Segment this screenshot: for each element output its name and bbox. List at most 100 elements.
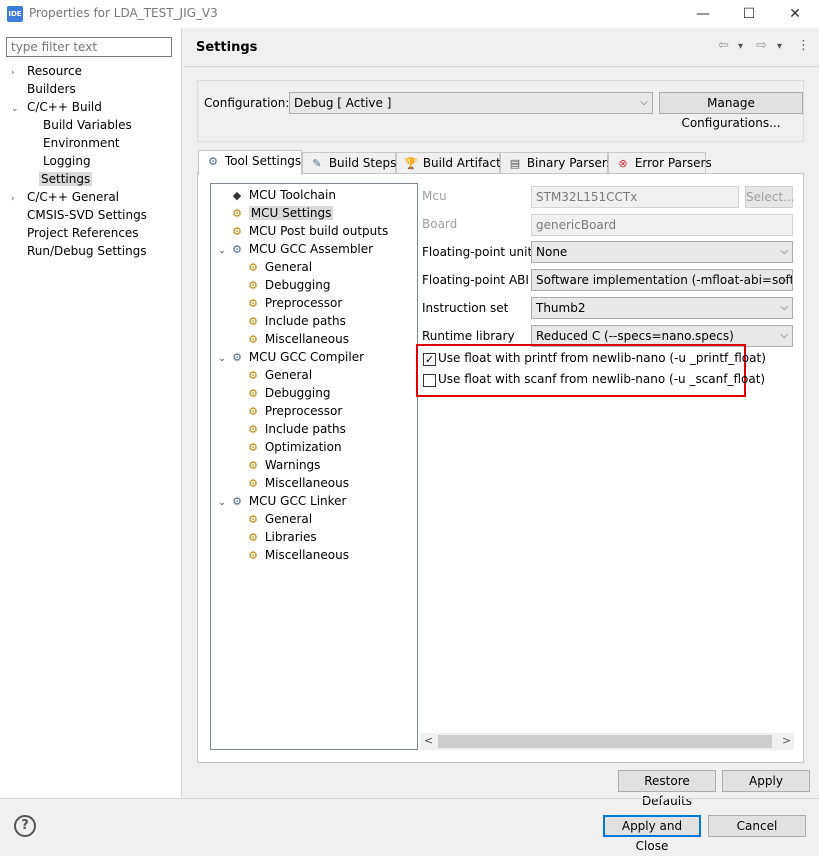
- settings-icon: ⚙: [248, 315, 258, 328]
- nav-item-settings[interactable]: Settings: [11, 170, 147, 188]
- tree-label: Preprocessor: [264, 296, 343, 310]
- tree-item-cc-debugging[interactable]: ⚙ Debugging: [215, 384, 413, 402]
- forward-dropdown-icon[interactable]: ▾: [777, 41, 782, 52]
- scroll-left-icon[interactable]: <: [424, 734, 433, 747]
- fpabi-label: Floating-point ABI: [422, 273, 529, 287]
- fpabi-select[interactable]: Software implementation (-mfloat-abi=sof…: [531, 269, 793, 291]
- settings-icon: ⚙: [232, 207, 242, 220]
- scroll-right-icon[interactable]: >: [782, 734, 791, 747]
- tree-item-asm-general[interactable]: ⚙ General: [215, 258, 413, 276]
- tree-item-ld-general[interactable]: ⚙ General: [215, 510, 413, 528]
- select-mcu-button[interactable]: Select...: [745, 186, 794, 208]
- tree-item-mcu-settings[interactable]: ⚙ MCU Settings: [215, 204, 413, 222]
- nav-item-cmsis-svd[interactable]: CMSIS-SVD Settings: [11, 206, 147, 224]
- nav-item-run-debug[interactable]: Run/Debug Settings: [11, 242, 147, 260]
- tree-item-gcc-linker[interactable]: ⌄ ⚙ MCU GCC Linker: [215, 492, 413, 510]
- toolchain-icon: ◆: [232, 189, 242, 202]
- nav-item-builders[interactable]: Builders: [11, 80, 147, 98]
- view-menu-icon[interactable]: ⋮: [797, 38, 810, 53]
- tab-build-steps[interactable]: ✎ Build Steps: [302, 152, 396, 174]
- configuration-select[interactable]: Debug [ Active ] ⌵: [289, 92, 653, 114]
- back-dropdown-icon[interactable]: ▾: [738, 41, 743, 52]
- chevron-down-icon[interactable]: ⌄: [11, 100, 21, 118]
- scanf-float-label[interactable]: Use float with scanf from newlib-nano (-…: [438, 372, 765, 386]
- back-arrow-icon[interactable]: ⇦: [718, 38, 729, 53]
- restore-defaults-button[interactable]: Restore Defaults: [618, 770, 716, 808]
- nav-item-cpp-build[interactable]: ⌄ C/C++ Build: [11, 98, 147, 116]
- nav-label: CMSIS-SVD Settings: [27, 208, 147, 222]
- build-steps-icon: ✎: [312, 157, 322, 170]
- nav-item-logging[interactable]: Logging: [11, 152, 147, 170]
- tree-label: General: [264, 260, 313, 274]
- nav-item-build-variables[interactable]: Build Variables: [11, 116, 147, 134]
- close-icon[interactable]: ✕: [785, 4, 805, 24]
- instruction-set-label: Instruction set: [422, 301, 509, 315]
- nav-label: Builders: [27, 82, 76, 96]
- chevron-down-icon[interactable]: ⌄: [215, 242, 229, 260]
- tree-item-asm-debugging[interactable]: ⚙ Debugging: [215, 276, 413, 294]
- tree-item-gcc-assembler[interactable]: ⌄ ⚙ MCU GCC Assembler: [215, 240, 413, 258]
- tree-label: Preprocessor: [264, 404, 343, 418]
- apply-button[interactable]: Apply: [722, 770, 810, 792]
- tool-icon: ⚙: [232, 495, 242, 508]
- help-icon[interactable]: ?: [14, 815, 36, 837]
- property-navigation-panel: ›Resource Builders ⌄ C/C++ Build Build Va…: [0, 28, 182, 798]
- settings-icon: ⚙: [248, 405, 258, 418]
- tree-item-cc-general[interactable]: ⚙ General: [215, 366, 413, 384]
- tree-label: Libraries: [264, 530, 317, 544]
- tree-label: General: [264, 512, 313, 526]
- horizontal-scrollbar[interactable]: < >: [420, 733, 794, 750]
- tree-item-mcu-toolchain[interactable]: ◆ MCU Toolchain: [215, 186, 413, 204]
- tree-item-ld-libraries[interactable]: ⚙ Libraries: [215, 528, 413, 546]
- nav-item-cpp-general[interactable]: › C/C++ General: [11, 188, 147, 206]
- tree-item-cc-miscellaneous[interactable]: ⚙ Miscellaneous: [215, 474, 413, 492]
- maximize-icon[interactable]: ☐: [739, 4, 759, 24]
- tree-item-asm-preprocessor[interactable]: ⚙ Preprocessor: [215, 294, 413, 312]
- scanf-float-checkbox[interactable]: [423, 374, 436, 387]
- tab-error-parsers[interactable]: ⊗ Error Parsers: [608, 152, 712, 174]
- printf-float-label[interactable]: Use float with printf from newlib-nano (…: [438, 351, 766, 365]
- tree-item-cc-optimization[interactable]: ⚙ Optimization: [215, 438, 413, 456]
- tree-item-ld-miscellaneous[interactable]: ⚙ Miscellaneous: [215, 546, 413, 564]
- board-label: Board: [422, 217, 458, 231]
- fpu-select[interactable]: None ⌵: [531, 241, 793, 263]
- chevron-down-icon[interactable]: ⌄: [215, 494, 229, 512]
- nav-item-environment[interactable]: Environment: [11, 134, 147, 152]
- cancel-button[interactable]: Cancel: [708, 815, 806, 837]
- chevron-down-icon[interactable]: ⌄: [215, 350, 229, 368]
- tree-item-asm-miscellaneous[interactable]: ⚙ Miscellaneous: [215, 330, 413, 348]
- printf-float-checkbox[interactable]: ✓: [423, 353, 436, 366]
- chevron-down-icon: ⌵: [780, 302, 788, 313]
- settings-icon: ⚙: [248, 423, 258, 436]
- tree-label: Debugging: [264, 278, 331, 292]
- tree-item-asm-include-paths[interactable]: ⚙ Include paths: [215, 312, 413, 330]
- tree-label: MCU GCC Assembler: [248, 242, 374, 256]
- nav-label: Environment: [43, 136, 120, 150]
- tree-item-cc-preprocessor[interactable]: ⚙ Preprocessor: [215, 402, 413, 420]
- nav-label: Run/Debug Settings: [27, 244, 147, 258]
- mcu-field: STM32L151CCTx: [531, 186, 739, 208]
- filter-input[interactable]: [6, 37, 172, 57]
- tool-icon: ⚙: [232, 351, 242, 364]
- tab-tool-settings[interactable]: ⚙ Tool Settings: [198, 150, 302, 175]
- nav-item-resource[interactable]: › Resource: [11, 62, 147, 80]
- minimize-icon[interactable]: —: [693, 4, 713, 24]
- mcu-label: Mcu: [422, 189, 447, 203]
- tab-build-artifact[interactable]: 🏆 Build Artifact: [396, 152, 501, 174]
- manage-configurations-button[interactable]: Manage Configurations...: [659, 92, 803, 130]
- nav-label: Resource: [27, 64, 83, 78]
- tree-label: Miscellaneous: [264, 332, 349, 346]
- apply-and-close-button[interactable]: Apply and Close: [603, 815, 701, 853]
- tree-item-cc-include-paths[interactable]: ⚙ Include paths: [215, 420, 413, 438]
- tree-item-mcu-post-build[interactable]: ⚙ MCU Post build outputs: [215, 222, 413, 240]
- footer-divider: [0, 798, 819, 799]
- tree-item-gcc-compiler[interactable]: ⌄ ⚙ MCU GCC Compiler: [215, 348, 413, 366]
- tab-binary-parsers[interactable]: ▤ Binary Parsers: [500, 152, 613, 174]
- instruction-set-select[interactable]: Thumb2 ⌵: [531, 297, 793, 319]
- tree-item-cc-warnings[interactable]: ⚙ Warnings: [215, 456, 413, 474]
- forward-arrow-icon[interactable]: ⇨: [756, 38, 767, 53]
- scrollbar-thumb[interactable]: [438, 735, 772, 748]
- fpabi-value: Software implementation (-mfloat-abi=sof…: [536, 273, 793, 287]
- tree-label: Include paths: [264, 314, 346, 328]
- nav-item-project-references[interactable]: Project References: [11, 224, 147, 242]
